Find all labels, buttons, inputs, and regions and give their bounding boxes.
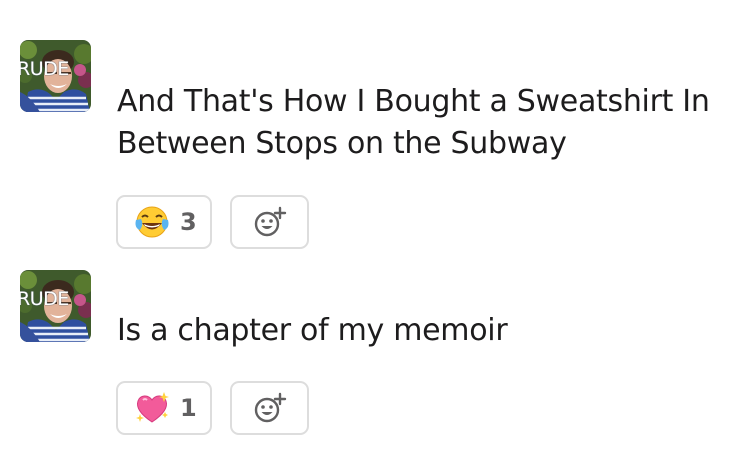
- avatar[interactable]: RUDE: [20, 40, 91, 112]
- add-reaction-icon: [254, 392, 286, 423]
- sparkling-heart-icon: [136, 392, 169, 423]
- message-text: And That's How I Bought a Sweatshirt In …: [117, 84, 710, 161]
- reaction-count: 3: [180, 208, 197, 236]
- face-with-tears-of-joy-icon: [135, 206, 169, 238]
- avatar-label: RUDE: [20, 58, 69, 80]
- avatar[interactable]: RUDE: [20, 270, 91, 342]
- message-text: Is a chapter of my memoir: [117, 313, 508, 348]
- add-reaction-button[interactable]: [230, 195, 309, 249]
- add-reaction-icon: [254, 206, 286, 237]
- reaction-button[interactable]: 1: [116, 381, 212, 435]
- avatar-label: RUDE: [20, 288, 69, 310]
- reaction-button[interactable]: 3: [116, 195, 212, 249]
- reaction-count: 1: [180, 394, 197, 422]
- add-reaction-button[interactable]: [230, 381, 309, 435]
